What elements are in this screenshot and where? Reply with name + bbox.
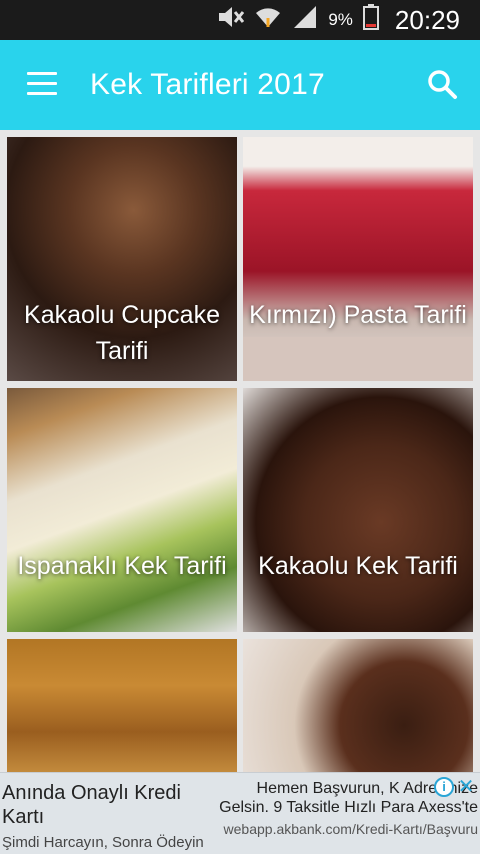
recipe-title: Ispanaklı Kek Tarifi bbox=[17, 552, 227, 580]
ad-banner[interactable]: Anında Onaylı Kredi Kartı Şimdi Harcayın… bbox=[0, 772, 480, 854]
recipe-card[interactable]: Kakaolu Cupcake Tarifi bbox=[7, 137, 237, 381]
ad-headline: Anında Onaylı Kredi Kartı bbox=[2, 782, 181, 828]
page-title: Kek Tarifleri 2017 bbox=[90, 68, 325, 101]
recipe-card[interactable]: Kakaolu Kek Tarifi bbox=[243, 388, 473, 632]
recipe-title: Kırmızı) Pasta Tarifi bbox=[249, 301, 467, 329]
hamburger-menu-icon[interactable] bbox=[27, 72, 57, 98]
status-bar: 9% 20:29 bbox=[0, 0, 480, 40]
mute-icon bbox=[216, 4, 245, 37]
ad-subtext: Şimdi Harcayın, Sonra Ödeyin bbox=[2, 834, 204, 851]
info-icon[interactable]: i bbox=[434, 777, 454, 797]
recipe-card[interactable] bbox=[243, 639, 473, 772]
close-icon[interactable]: ✕ bbox=[456, 777, 476, 797]
recipe-card[interactable]: Kırmızı) Pasta Tarifi bbox=[243, 137, 473, 381]
clock: 20:29 bbox=[394, 4, 460, 35]
ad-url: webapp.akbank.com/Kredi-Kartı/Başvuru bbox=[223, 821, 478, 837]
status-icons: 9% 20:29 bbox=[216, 0, 460, 40]
wifi-icon bbox=[254, 4, 282, 37]
signal-icon bbox=[292, 4, 318, 37]
recipe-card[interactable] bbox=[7, 639, 237, 772]
recipe-grid: Kakaolu Cupcake Tarifi Kırmızı) Pasta Ta… bbox=[0, 130, 480, 772]
battery-icon bbox=[362, 3, 379, 37]
search-icon[interactable] bbox=[426, 68, 458, 100]
recipe-title: Kakaolu Kek Tarifi bbox=[258, 552, 458, 580]
battery-percent: 9% bbox=[328, 10, 353, 29]
recipe-card[interactable]: Ispanaklı Kek Tarifi bbox=[7, 388, 237, 632]
recipe-title: Kakaolu Cupcake Tarifi bbox=[24, 301, 220, 365]
ad-left: Anında Onaylı Kredi Kartı Şimdi Harcayın… bbox=[2, 781, 207, 851]
app-bar: Kek Tarifleri 2017 bbox=[0, 40, 480, 130]
